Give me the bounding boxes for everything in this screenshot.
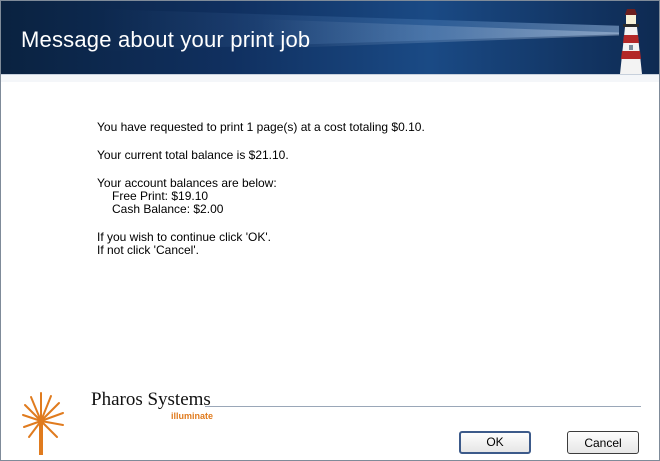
print-job-dialog: Message about your print job You have re… <box>0 0 660 461</box>
message-body: You have requested to print 1 page(s) at… <box>97 121 425 257</box>
cancel-instruction: If not click 'Cancel'. <box>97 243 199 257</box>
lighthouse-icon <box>620 9 642 74</box>
banner-divider <box>1 74 659 82</box>
dialog-title: Message about your print job <box>21 27 311 52</box>
brand-name: Pharos Systems <box>91 389 211 410</box>
cost-message: You have requested to print 1 page(s) at… <box>97 120 425 134</box>
cash-balance: Cash Balance: $2.00 <box>112 202 224 216</box>
header-banner: Message about your print job <box>1 1 659 74</box>
brand-tagline: illuminate <box>171 411 214 421</box>
pharos-logo-icon <box>22 392 64 455</box>
cancel-button[interactable]: Cancel <box>567 431 639 454</box>
ok-button[interactable]: OK <box>459 431 531 454</box>
footer-divider <box>205 406 641 407</box>
total-balance-message: Your current total balance is $21.10. <box>97 148 289 162</box>
